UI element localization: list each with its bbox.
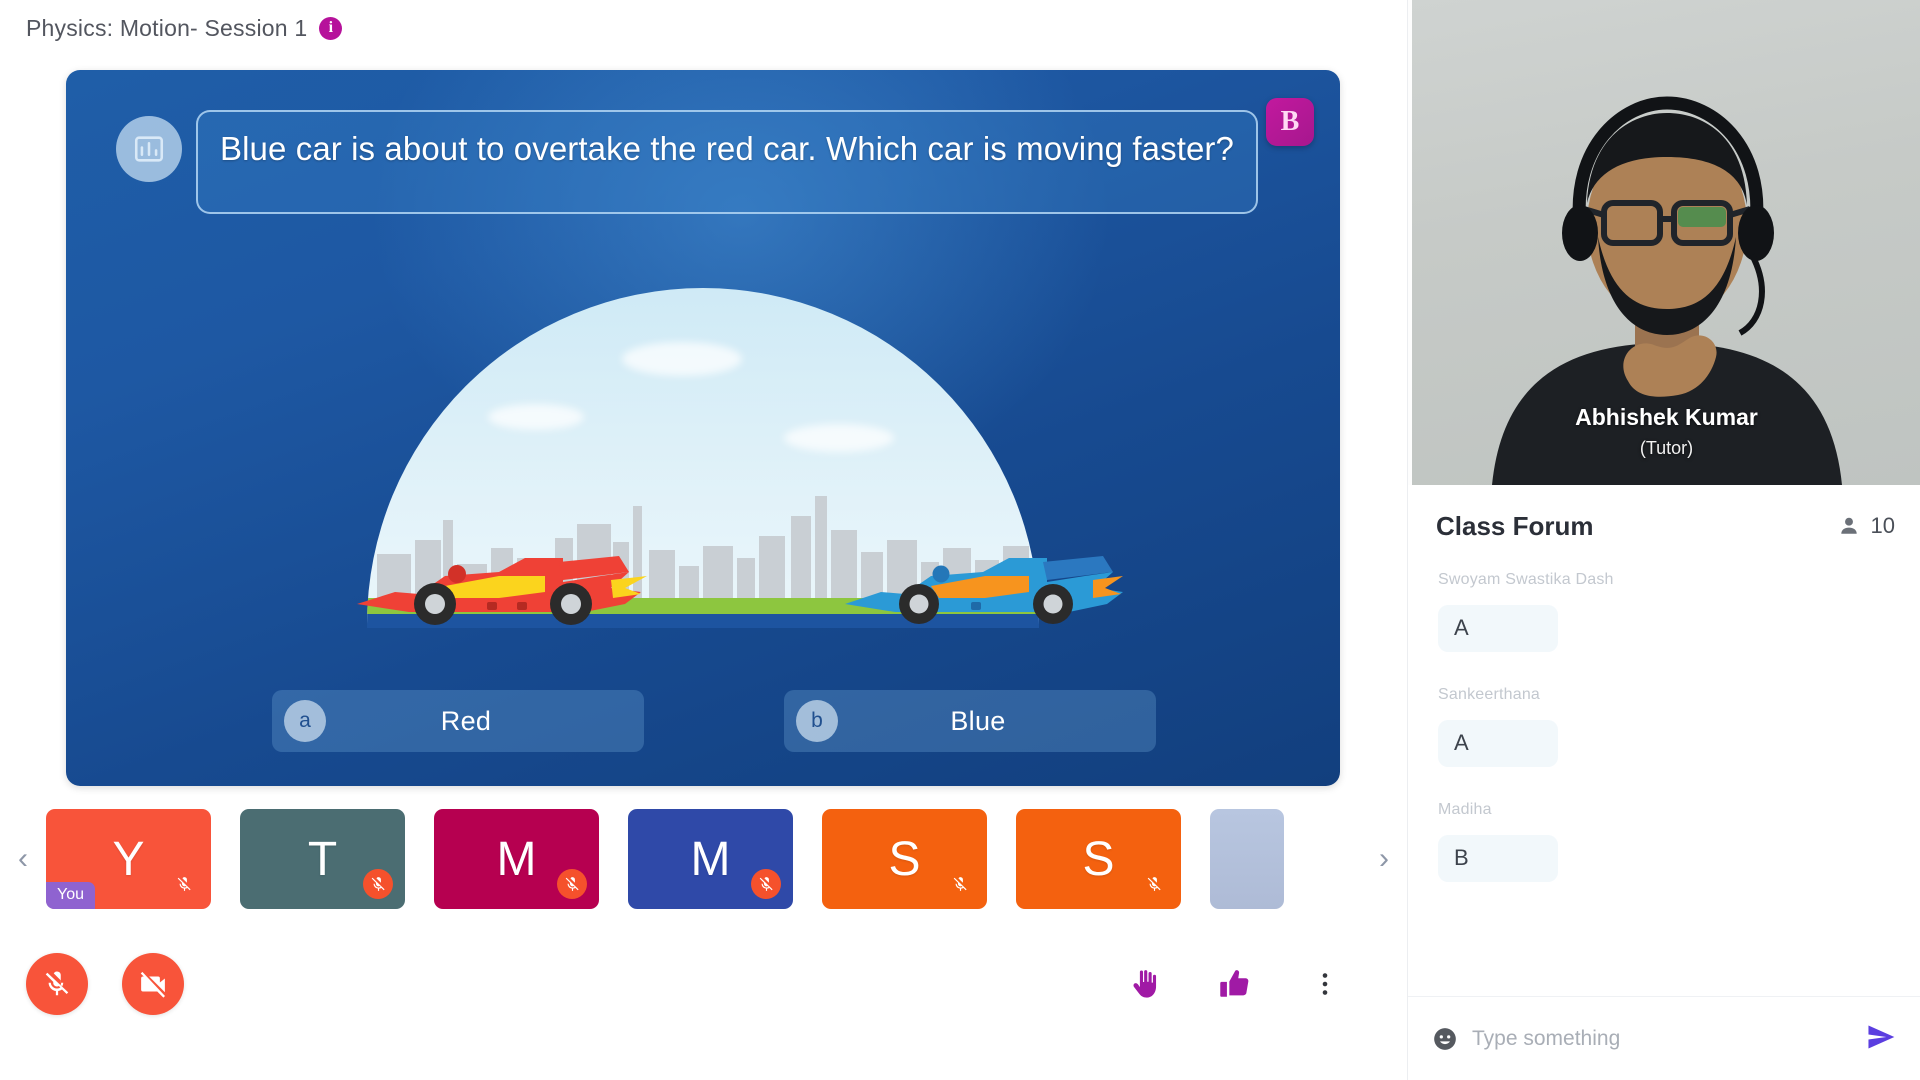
forum-header: Class Forum 10 bbox=[1408, 485, 1920, 567]
message-author: Sankeerthana bbox=[1438, 686, 1541, 703]
send-button[interactable] bbox=[1865, 1021, 1897, 1056]
you-badge: You bbox=[46, 882, 95, 909]
participant-tile[interactable]: S bbox=[822, 809, 987, 909]
forum-message: Sankeerthana A bbox=[1408, 686, 1920, 767]
raise-hand-button[interactable] bbox=[1122, 961, 1168, 1007]
participant-initial: T bbox=[307, 832, 338, 886]
camera-off-button[interactable] bbox=[122, 953, 184, 1015]
participant-initial: M bbox=[496, 832, 537, 886]
microphone-off-icon bbox=[45, 971, 69, 996]
forum-message: Swoyam Swastika Dash A bbox=[1408, 571, 1920, 652]
answer-option-b[interactable]: b Blue bbox=[784, 690, 1156, 752]
message-text: A bbox=[1438, 605, 1558, 652]
participant-tile-partial[interactable] bbox=[1210, 809, 1284, 909]
mic-off-icon bbox=[751, 869, 781, 899]
more-vertical-icon bbox=[1322, 973, 1328, 995]
poll-chart-icon bbox=[116, 116, 182, 182]
participant-strip: ‹ Y You T M M S S › bbox=[0, 798, 1407, 920]
participant-tile[interactable]: M bbox=[434, 809, 599, 909]
camera-off-icon bbox=[140, 971, 165, 998]
participant-initial: S bbox=[1082, 832, 1115, 886]
mic-off-icon bbox=[363, 869, 393, 899]
microphone-off-button[interactable] bbox=[26, 953, 88, 1015]
participant-initial: S bbox=[888, 832, 921, 886]
option-b-label: Blue bbox=[950, 705, 1006, 736]
raise-hand-icon bbox=[1133, 970, 1157, 998]
top-bar: Physics: Motion- Session 1 i bbox=[0, 0, 1407, 56]
emoji-icon[interactable] bbox=[1432, 1026, 1458, 1052]
send-icon bbox=[1868, 1025, 1895, 1049]
mic-off-icon bbox=[1139, 869, 1169, 899]
chat-input[interactable] bbox=[1472, 1026, 1865, 1051]
question-text: Blue car is about to overtake the red ca… bbox=[220, 130, 1234, 167]
chat-composer bbox=[1408, 996, 1920, 1080]
participant-count: 10 bbox=[1838, 513, 1895, 539]
message-author: Madiha bbox=[1438, 801, 1492, 818]
thumbs-up-button[interactable] bbox=[1212, 961, 1258, 1007]
question-box: Blue car is about to overtake the red ca… bbox=[196, 110, 1258, 214]
participant-tile[interactable]: S bbox=[1016, 809, 1181, 909]
participant-tile[interactable]: M bbox=[628, 809, 793, 909]
people-icon bbox=[1840, 517, 1857, 534]
strip-next-arrow[interactable]: › bbox=[1361, 798, 1407, 920]
forum-title: Class Forum bbox=[1436, 510, 1594, 541]
more-options-button[interactable] bbox=[1310, 961, 1340, 1007]
app-root: Physics: Motion- Session 1 i Blue car is… bbox=[0, 0, 1920, 1080]
strip-prev-arrow[interactable]: ‹ bbox=[0, 798, 46, 920]
forum-messages: Swoyam Swastika Dash A Sankeerthana A Madiha… bbox=[1408, 567, 1920, 882]
participant-tile[interactable]: T bbox=[240, 809, 405, 909]
tutor-name: Abhishek Kumar bbox=[1575, 404, 1758, 430]
message-text: A bbox=[1438, 720, 1558, 767]
blue-race-car bbox=[839, 544, 1125, 628]
race-cars-illustration bbox=[357, 288, 1123, 636]
participant-tiles: Y You T M M S S bbox=[46, 809, 1361, 909]
tutor-role: (Tutor) bbox=[1639, 438, 1694, 458]
mic-off-icon bbox=[557, 869, 587, 899]
red-race-car bbox=[349, 542, 649, 628]
message-text: B bbox=[1438, 835, 1558, 882]
poll-slide: Blue car is about to overtake the red ca… bbox=[66, 70, 1340, 786]
option-a-label: Red bbox=[440, 705, 492, 736]
class-stage: Physics: Motion- Session 1 i Blue car is… bbox=[0, 0, 1407, 1080]
mic-off-icon bbox=[169, 869, 199, 899]
class-forum: Class Forum 10 Swoyam Swastika Dash A Sank… bbox=[1408, 485, 1920, 1080]
option-b-key: b bbox=[796, 700, 838, 742]
brand-logo-letter: B bbox=[1280, 106, 1300, 137]
page-title: Physics: Motion- Session 1 bbox=[26, 14, 308, 41]
option-a-key: a bbox=[284, 700, 326, 742]
answer-option-a[interactable]: a Red bbox=[272, 690, 644, 752]
participant-initial: Y bbox=[112, 832, 145, 886]
brand-logo-badge: B bbox=[1266, 98, 1314, 146]
message-author: Swoyam Swastika Dash bbox=[1438, 571, 1614, 588]
participant-count-value: 10 bbox=[1870, 513, 1895, 538]
participant-initial: M bbox=[690, 832, 731, 886]
right-panel: Abhishek Kumar (Tutor) Class Forum 10 Sw… bbox=[1407, 0, 1920, 1080]
participant-tile[interactable]: Y You bbox=[46, 809, 211, 909]
tutor-video-tile[interactable]: Abhishek Kumar (Tutor) bbox=[1412, 0, 1920, 485]
control-bar bbox=[0, 925, 1407, 1080]
mic-off-icon bbox=[945, 869, 975, 899]
info-icon[interactable]: i bbox=[319, 16, 343, 40]
thumbs-up-icon bbox=[1220, 970, 1249, 997]
forum-message: Madiha B bbox=[1408, 801, 1920, 882]
